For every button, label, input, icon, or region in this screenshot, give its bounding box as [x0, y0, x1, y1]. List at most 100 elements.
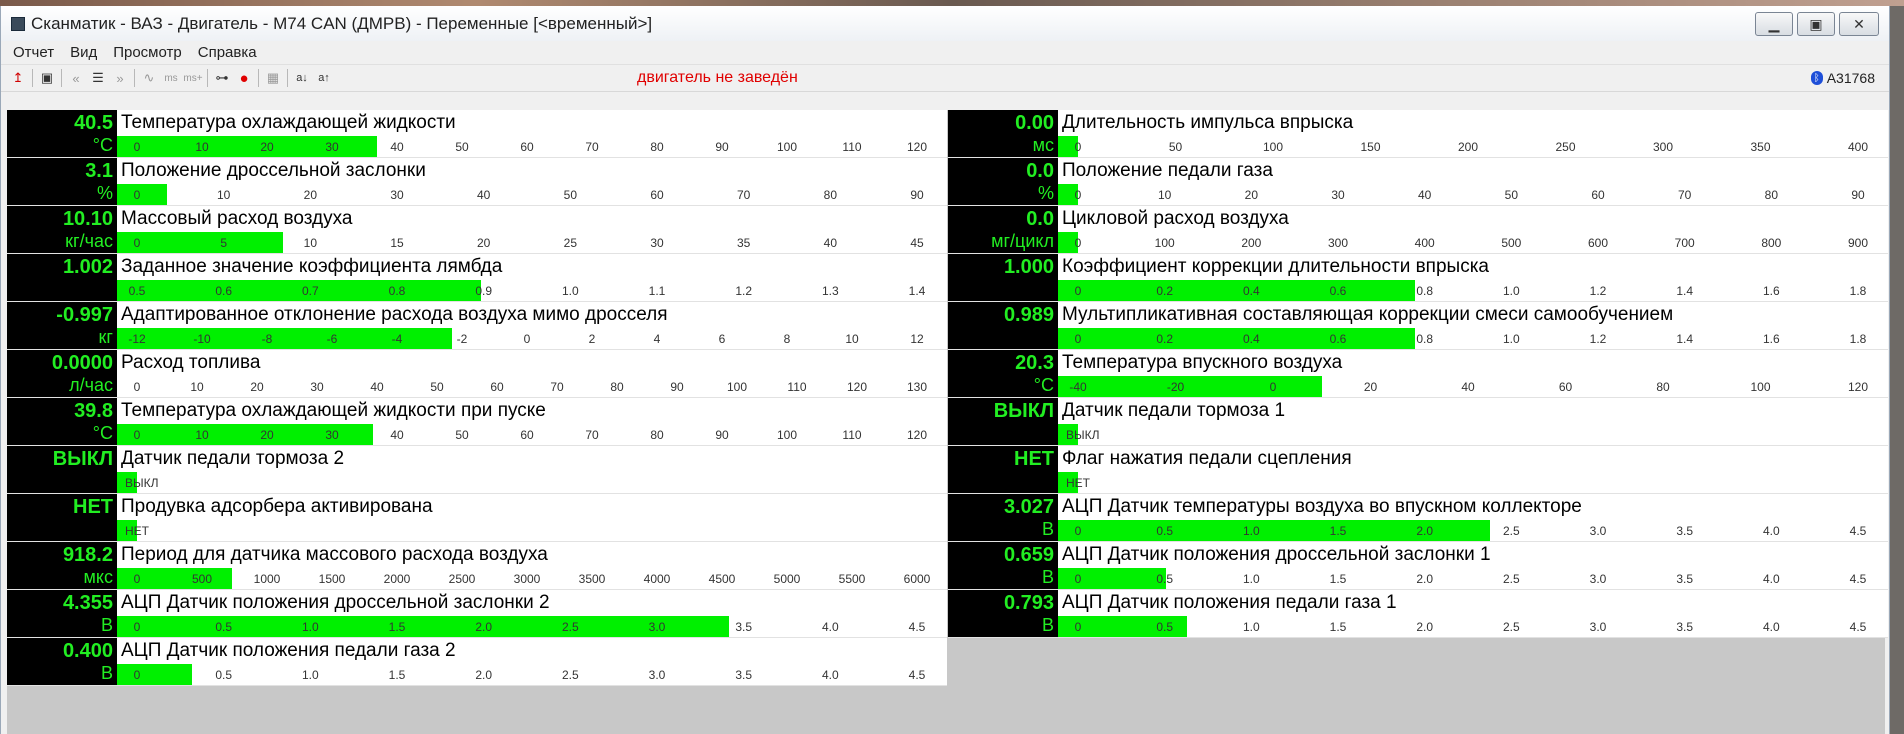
scale-tick-label: 3.5: [1676, 572, 1693, 586]
parameter-row[interactable]: 1.000 Коэффициент коррекции длительности …: [948, 254, 1888, 302]
scale-tick-label: 110: [842, 140, 862, 154]
parameter-row[interactable]: -0.997 кг Адаптированное отклонение расход…: [7, 302, 947, 350]
scale-tick-label: 0: [1269, 380, 1277, 394]
parameter-row[interactable]: ВЫКЛ Датчик педали тормоза 1 ВЫКЛ: [948, 398, 1888, 446]
list-icon[interactable]: ☰: [87, 67, 109, 89]
scale-tick-label: 4.5: [1849, 524, 1867, 538]
scale-tick-label: 0: [1074, 284, 1082, 298]
parameter-row[interactable]: 39.8 °C Температура охлаждающей жидкости п…: [7, 398, 947, 446]
toolbar-separator: [134, 69, 135, 87]
parameter-row[interactable]: 0.0% Положение педали газа 0 10 20 30 40 50 60 70…: [948, 158, 1888, 206]
parameter-row[interactable]: 0.659 В АЦП Датчик положения дроссельной з…: [948, 542, 1888, 590]
parameter-value: 0.989: [1003, 304, 1054, 326]
parameter-row[interactable]: 10.10 кг/час Массовый расход воздуха 0 5 10 15…: [7, 206, 947, 254]
wave-icon[interactable]: ∿: [138, 67, 160, 89]
scale-tick-label: 0: [133, 572, 141, 586]
parameter-value: 10.10: [62, 208, 113, 230]
window-controls: ▁ ▣ ✕: [1755, 12, 1879, 36]
scale-tick-label: 2.0: [475, 620, 492, 634]
scale-tick-label: 100: [776, 428, 798, 442]
window-title: Сканматик - ВАЗ - Двигатель - М74 CAN (Д…: [31, 13, 653, 33]
scale-tick-label: 60: [520, 140, 534, 154]
parameter-value: 0.0000: [51, 352, 113, 374]
parameter-scale: 0 0.5 1.0 1.5 2.0 2.5 3.0 3.5 4.0 4.5: [1058, 520, 1888, 541]
parameter-row[interactable]: ВЫКЛ Датчик педали тормоза 2 ВЫКЛ: [7, 446, 947, 494]
parameter-scale: 0 10 20 30 40 50 60 70 80 90: [117, 184, 947, 205]
upload-icon[interactable]: ↥: [7, 67, 29, 89]
scale-tick-label: 0.8: [1416, 332, 1433, 346]
next-icon[interactable]: »: [109, 67, 131, 89]
scale-tick-label: 150: [1360, 140, 1381, 154]
minimize-button[interactable]: ▁: [1755, 12, 1793, 36]
value-box: 0.400 В: [7, 638, 117, 685]
parameter-label: Заданное значение коэффициента лямбда: [121, 256, 503, 277]
parameter-row[interactable]: 3.027 В АЦП Датчик температуры воздуха во …: [948, 494, 1888, 542]
close-button[interactable]: ✕: [1839, 12, 1879, 36]
parameter-value: 0.793: [1003, 592, 1054, 614]
scale-tick-label: 40: [1417, 188, 1432, 202]
parameter-row[interactable]: 0.00 мс Длительность импульса впрыска 0 50 10…: [948, 110, 1888, 158]
parameter-scale: 0 0.5 1.0 1.5 2.0 2.5 3.0 3.5 4.0 4.5: [1058, 616, 1888, 637]
parameter-scale: ВЫКЛ: [1058, 424, 1888, 445]
parameter-label: Датчик педали тормоза 2: [121, 448, 345, 469]
value-bar: [117, 232, 283, 253]
title-bar[interactable]: Сканматик - ВАЗ - Двигатель - М74 CAN (Д…: [1, 6, 1889, 41]
sort-down-icon[interactable]: a↓: [291, 67, 313, 89]
parameter-row[interactable]: 0.793 В АЦП Датчик положения педали газа 1…: [948, 590, 1888, 638]
menu-browse[interactable]: Просмотр: [105, 44, 190, 61]
parameter-row[interactable]: 20.3 °C Температура впускного воздуха -40 -2…: [948, 350, 1888, 398]
parameter-scale: 0 100 200 300 400 500 600 700 800 900: [1058, 232, 1888, 253]
scale-tick-label: 0.4: [1242, 284, 1260, 298]
scale-tick-label: 0.5: [1156, 524, 1173, 538]
record-icon[interactable]: ●: [233, 67, 255, 89]
scale-tick-label: 1000: [253, 572, 281, 586]
parameter-unit: кг: [98, 327, 113, 347]
parameter-row[interactable]: НЕТ Флаг нажатия педали сцепления НЕТ: [948, 446, 1888, 494]
parameter-row[interactable]: 1.002 Заданное значение коэффициента лямб…: [7, 254, 947, 302]
ms-icon[interactable]: ms: [160, 67, 182, 89]
bluetooth-icon: ᛒ: [1810, 71, 1823, 85]
menu-view[interactable]: Вид: [62, 44, 105, 61]
scale-tick-label: 50: [455, 428, 469, 442]
ms-plus-icon[interactable]: ms+: [182, 67, 204, 89]
parameter-row[interactable]: 4.355 В АЦП Датчик положения дроссельной з…: [7, 590, 947, 638]
scale-tick-label: 1.6: [1762, 332, 1780, 346]
scale-tick-label: 2.0: [1416, 524, 1433, 538]
menu-help[interactable]: Справка: [190, 44, 265, 61]
image-icon[interactable]: ▦: [262, 67, 284, 89]
parameter-row[interactable]: 0.989 Мультипликативная составляющая корр…: [948, 302, 1888, 350]
prev-icon[interactable]: «: [65, 67, 87, 89]
connector-icon[interactable]: ⊶: [211, 67, 233, 89]
scale-tick-label: 0.2: [1156, 284, 1173, 298]
parameter-unit: В: [1041, 519, 1054, 539]
parameter-unit: кг/час: [65, 231, 113, 251]
scale-tick-label: 35: [736, 236, 751, 250]
scale-tick-label: 60: [650, 188, 664, 202]
scale-tick-label: 20: [260, 428, 274, 442]
scale-tick-label: 120: [846, 380, 868, 394]
scale-tick-label: 70: [585, 140, 599, 154]
scale-tick-label: 3.5: [1676, 524, 1693, 538]
menu-report[interactable]: Отчет: [5, 44, 62, 61]
scale-tick-label: 40: [823, 236, 838, 250]
parameter-row[interactable]: 918.2 мкс Период для датчика массового рас…: [7, 542, 947, 590]
parameter-row[interactable]: 0.0 мг/цикл Цикловой расход воздуха 0 100 200…: [948, 206, 1888, 254]
scale-tick-label: 4.0: [821, 620, 839, 634]
parameter-row[interactable]: 0.400 В АЦП Датчик положения педали газа 2…: [7, 638, 947, 686]
parameter-row[interactable]: НЕТ Продувка адсорбера активирована НЕТ: [7, 494, 947, 542]
scale-tick-label: 2.0: [475, 668, 492, 682]
parameter-row[interactable]: 3.1% Положение дроссельной заслонки 0 10 20 3…: [7, 158, 947, 206]
scale-tick-label: 80: [1764, 188, 1779, 202]
parameter-value: НЕТ: [73, 496, 113, 518]
sort-up-icon[interactable]: a↑: [313, 67, 335, 89]
parameter-row[interactable]: 40.5 °C Температура охлаждающей жидкости 0 1…: [7, 110, 947, 158]
app-window: Сканматик - ВАЗ - Двигатель - М74 CAN (Д…: [0, 6, 1890, 734]
edit-icon[interactable]: ▣: [36, 67, 58, 89]
parameter-row[interactable]: 0.0000 л/час Расход топлива 0 10 20 30 40 50 60 70…: [7, 350, 947, 398]
scale-tick-label: 1.3: [821, 284, 839, 298]
scale-tick-label: 0: [1074, 140, 1082, 154]
toolbar-separator: [287, 69, 288, 87]
parameter-label: АЦП Датчик положения дроссельной заслонк…: [121, 592, 550, 613]
maximize-button[interactable]: ▣: [1797, 12, 1835, 36]
scale-tick-label: НЕТ: [1066, 476, 1090, 490]
